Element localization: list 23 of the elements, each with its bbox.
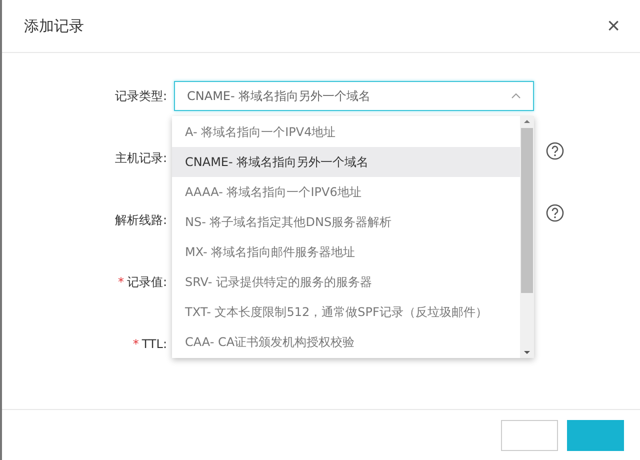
field-label: 解析线路: <box>114 212 167 228</box>
dropdown-option[interactable]: CAA- CA证书颁发机构授权校验 <box>172 328 520 358</box>
dropdown-option[interactable]: CNAME- 将域名指向另外一个域名 <box>172 147 520 178</box>
help-icon[interactable] <box>546 142 564 160</box>
dropdown-option[interactable]: SRV- 记录提供特定的服务的服务器 <box>172 268 520 298</box>
close-button[interactable]: × <box>607 15 620 37</box>
field-label: TTL: <box>142 337 167 351</box>
required-mark: * <box>132 337 139 351</box>
dropdown-option[interactable]: MX- 将域名指向邮件服务器地址 <box>172 238 520 268</box>
field-label: 主机记录: <box>114 150 167 166</box>
field-label: 记录值: <box>126 274 167 290</box>
dropdown-option[interactable]: TXT- 文本长度限制512，通常做SPF记录（反垃圾邮件） <box>172 298 520 328</box>
dropdown-option[interactable]: NS- 将子域名指定其他DNS服务器解析 <box>172 207 520 238</box>
help-icon[interactable] <box>546 204 564 222</box>
field-label: 记录类型: <box>114 88 167 104</box>
required-mark: * <box>118 275 124 289</box>
dialog-title: 添加记录 <box>24 16 84 36</box>
scrollbar[interactable] <box>520 116 534 358</box>
record-type-select[interactable]: CNAME- 将域名指向另外一个域名 <box>174 81 534 111</box>
dropdown-option[interactable]: AAAA- 将域名指向一个IPV6地址 <box>172 177 520 208</box>
dropdown-option[interactable]: A- 将域名指向一个IPV4地址 <box>172 117 520 148</box>
scrollbar-thumb[interactable] <box>521 128 533 293</box>
chevron-up-icon <box>511 93 521 99</box>
